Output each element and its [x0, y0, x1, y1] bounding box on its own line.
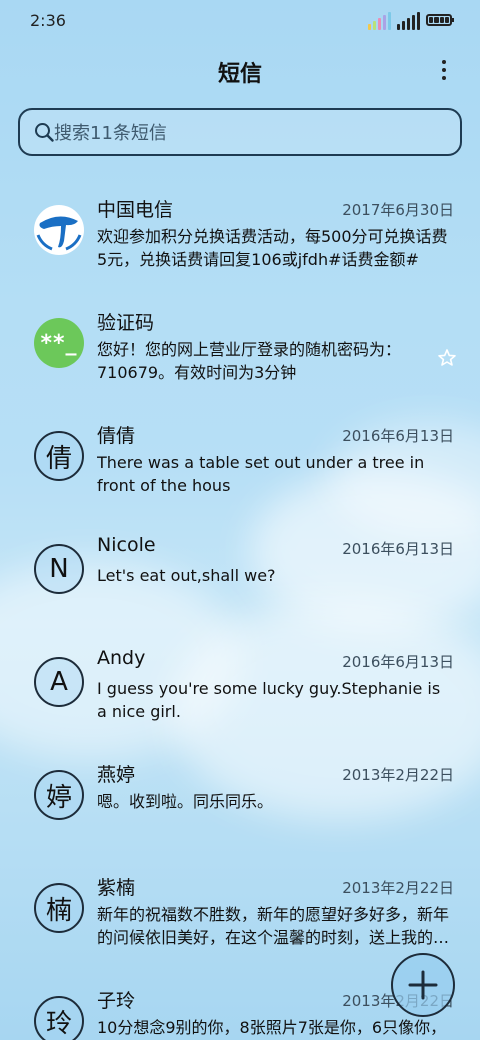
search-bar[interactable] — [18, 108, 462, 156]
telecom-logo-icon — [35, 206, 83, 254]
conversation-item[interactable]: N Nicole 2016年6月13日 Let's eat out,shall … — [0, 524, 480, 637]
conversation-item[interactable]: **_ 验证码 您好！您的网上营业厅登录的随机密码为：710679。有效时间为3… — [0, 298, 480, 411]
message-date: 2016年6月13日 — [342, 540, 454, 558]
conversation-item[interactable]: 婷 燕婷 2013年2月22日 嗯。收到啦。同乐同乐。 — [0, 750, 480, 863]
message-date: 2013年2月22日 — [342, 879, 454, 897]
message-preview: 新年的祝福数不胜数，新年的愿望好多好多，新年的问候依旧美好，在这个温馨的时刻，送… — [97, 905, 450, 947]
new-message-button[interactable] — [391, 953, 455, 1017]
signal-icon — [368, 12, 391, 30]
message-preview: There was a table set out under a tree i… — [97, 453, 425, 495]
conversation-item[interactable]: A Andy 2016年6月13日 I guess you're some lu… — [0, 637, 480, 750]
avatar: 楠 — [34, 883, 84, 933]
more-vert-icon[interactable] — [430, 56, 458, 84]
contact-name: 子玲 — [97, 990, 136, 1012]
contact-name: 验证码 — [97, 312, 155, 334]
conversation-item[interactable]: 中国电信 2017年6月30日 欢迎参加积分兑换话费活动，每500分可兑换话费5… — [0, 185, 480, 298]
avatar: N — [34, 544, 84, 594]
app-header: 短信 — [0, 48, 480, 92]
battery-icon — [426, 14, 454, 26]
search-icon — [35, 123, 54, 142]
contact-name: 紫楠 — [97, 877, 136, 899]
message-preview: 嗯。收到啦。同乐同乐。 — [97, 792, 274, 811]
message-preview: Let's eat out,shall we? — [97, 566, 276, 585]
contact-name: Andy — [97, 647, 146, 669]
contact-name: Nicole — [97, 534, 156, 556]
message-date: 2017年6月30日 — [342, 201, 454, 219]
contact-name: 中国电信 — [97, 199, 174, 221]
star-icon — [438, 349, 456, 366]
signal-icon — [397, 12, 420, 30]
message-date: 2013年2月22日 — [342, 766, 454, 784]
avatar: **_ — [34, 318, 84, 368]
message-preview: I guess you're some lucky guy.Stephanie … — [97, 679, 441, 721]
avatar: 玲 — [34, 996, 84, 1040]
status-bar: 2:36 — [0, 0, 480, 44]
message-date: 2016年6月13日 — [342, 653, 454, 671]
message-preview: 10分想念9别的你，8张照片7张是你，6只像你，4根骨头3根归你，2爪着地1定是… — [97, 1018, 447, 1037]
conversation-list: 中国电信 2017年6月30日 欢迎参加积分兑换话费活动，每500分可兑换话费5… — [0, 185, 480, 1040]
conversation-item[interactable]: 倩 倩倩 2016年6月13日 There was a table set ou… — [0, 411, 480, 524]
status-time: 2:36 — [30, 11, 66, 30]
message-preview: 欢迎参加积分兑换话费活动，每500分可兑换话费5元，兑换话费请回复106或jfd… — [97, 227, 448, 269]
telecom-logo-avatar — [34, 205, 84, 255]
avatar: 倩 — [34, 431, 84, 481]
contact-name: 倩倩 — [97, 425, 136, 447]
contact-name: 燕婷 — [97, 764, 136, 786]
avatar: 婷 — [34, 770, 84, 820]
message-preview: 您好！您的网上营业厅登录的随机密码为：710679。有效时间为3分钟 — [97, 340, 402, 382]
search-input[interactable] — [54, 118, 434, 148]
message-date: 2016年6月13日 — [342, 427, 454, 445]
plus-icon — [408, 970, 438, 1000]
page-title: 短信 — [217, 62, 262, 87]
avatar: A — [34, 657, 84, 707]
